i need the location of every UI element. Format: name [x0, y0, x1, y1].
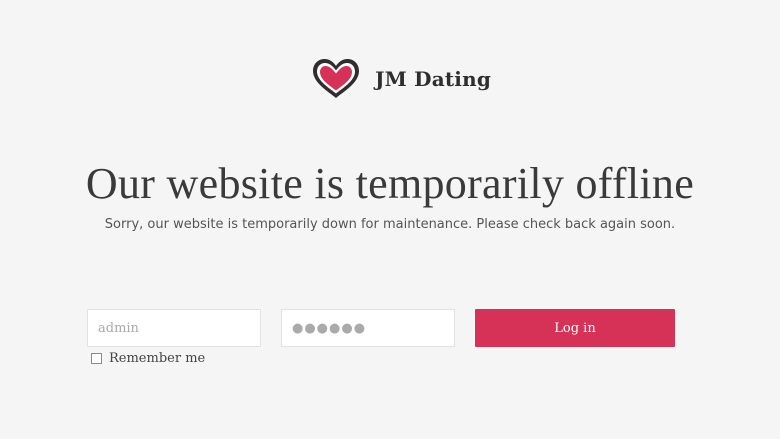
remember-me-checkbox[interactable]	[91, 353, 102, 364]
password-input[interactable]	[281, 309, 455, 347]
maintenance-message: Sorry, our website is temporarily down f…	[104, 217, 676, 232]
remember-me-label: Remember me	[109, 351, 206, 366]
login-form: Log in Remember me	[87, 309, 677, 379]
remember-me-row[interactable]: Remember me	[91, 351, 205, 366]
brand-name: JM Dating	[374, 67, 492, 91]
brand-header: JM Dating	[0, 56, 780, 102]
page-title: Our website is temporarily offline	[85, 159, 695, 208]
heart-icon	[312, 59, 359, 98]
brand-logo-group: JM Dating	[309, 56, 491, 102]
login-button[interactable]: Log in	[475, 309, 675, 347]
username-input[interactable]	[87, 309, 261, 347]
